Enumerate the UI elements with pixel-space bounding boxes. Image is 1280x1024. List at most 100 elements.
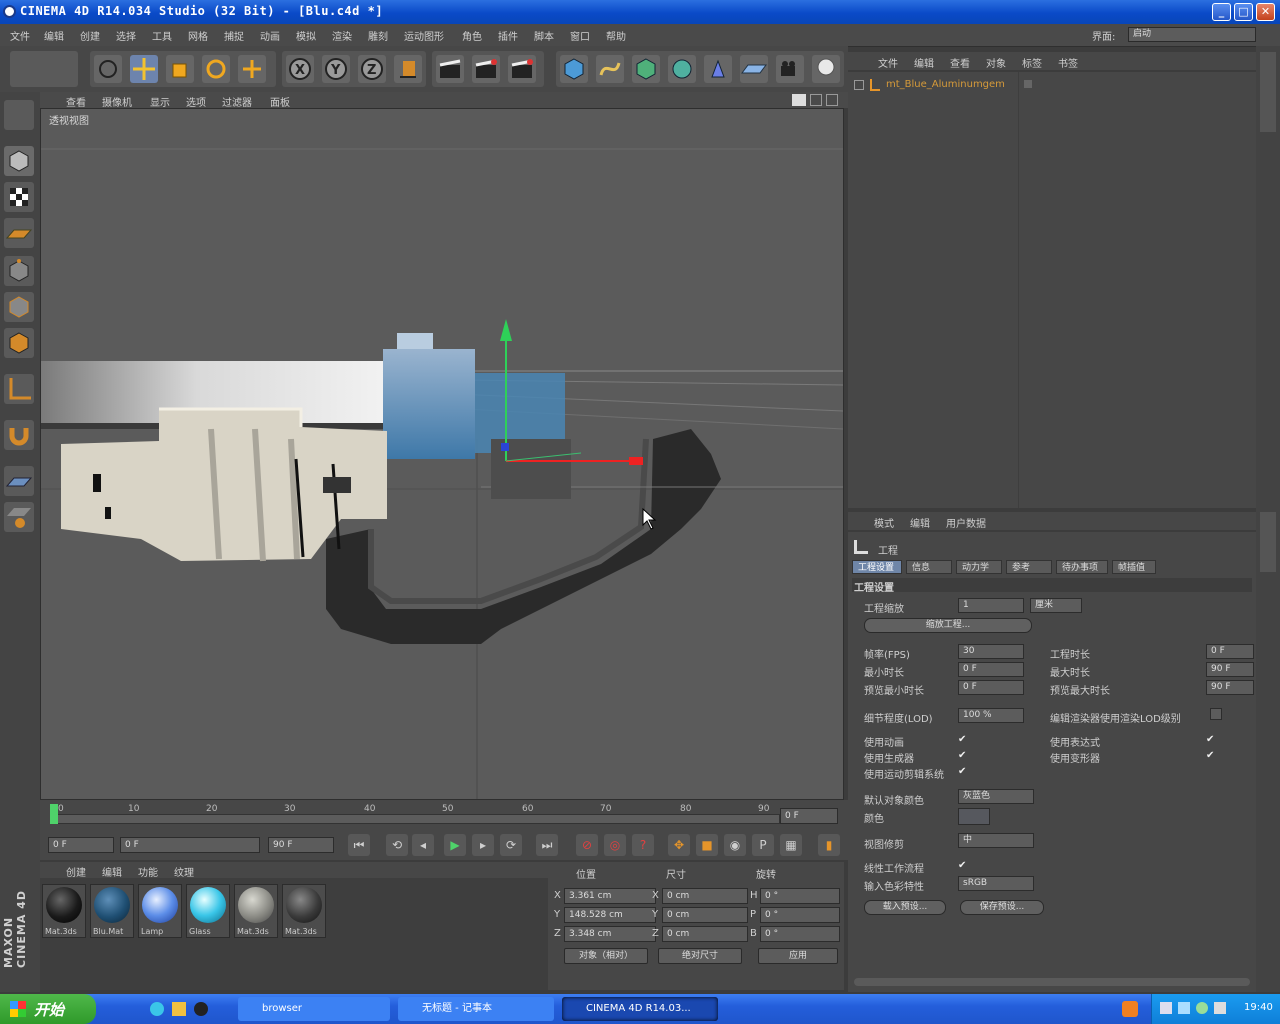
tray-volume-icon[interactable]	[1214, 1002, 1226, 1014]
position-x-field[interactable]: 3.361 cm	[564, 888, 656, 904]
rotate-tool-button[interactable]	[202, 55, 230, 83]
tab-reference[interactable]: 参考	[1006, 560, 1052, 574]
tab-info[interactable]: 信息	[906, 560, 952, 574]
task-browser[interactable]: browser	[238, 997, 390, 1021]
menu-select[interactable]: 选择	[116, 28, 136, 43]
expand-icon[interactable]	[854, 80, 864, 90]
quicklaunch-folder-icon[interactable]	[172, 1002, 186, 1016]
viewport-menu-options[interactable]: 选项	[186, 94, 206, 109]
render-view-button[interactable]	[436, 55, 464, 83]
maximize-button[interactable]: □	[1234, 3, 1253, 21]
rotation-p-field[interactable]: 0 °	[760, 907, 840, 923]
loop-button[interactable]: ⟲	[386, 834, 408, 856]
position-y-field[interactable]: 148.528 cm	[564, 907, 656, 923]
menu-file[interactable]: 文件	[10, 28, 30, 43]
timeline[interactable]: 0 10 20 30 40 50 60 70 80 90 0 F	[40, 800, 848, 830]
close-button[interactable]: ✕	[1256, 3, 1275, 21]
menu-animate[interactable]: 动画	[260, 28, 280, 43]
texture-mode-button[interactable]	[4, 182, 34, 212]
material-menu-texture[interactable]: 纹理	[174, 864, 194, 879]
axis-mode-button[interactable]	[4, 374, 34, 404]
polygons-mode-button[interactable]	[4, 328, 34, 358]
record-keyframe-button[interactable]: ⊘	[576, 834, 598, 856]
project-scale-field[interactable]: 1	[958, 598, 1024, 613]
tab-frame-interpolation[interactable]: 帧插值	[1112, 560, 1156, 574]
undo-redo-group[interactable]	[10, 51, 78, 87]
keyframe-selection-button[interactable]: ?	[632, 834, 654, 856]
menu-mesh[interactable]: 网格	[188, 28, 208, 43]
move-tool-button[interactable]	[130, 55, 158, 83]
key-scale-button[interactable]: ■	[696, 834, 718, 856]
menu-help[interactable]: 帮助	[606, 28, 626, 43]
model-mode-button[interactable]	[4, 100, 34, 130]
coordinate-system-button[interactable]	[394, 55, 422, 83]
use-motion-system-checkbox[interactable]: ✔	[958, 766, 969, 777]
y-axis-button[interactable]: Y	[322, 55, 350, 83]
goto-end-button[interactable]: ⏭	[536, 834, 558, 856]
autokey-button[interactable]: ◎	[604, 834, 626, 856]
visibility-dot-icon[interactable]	[1024, 80, 1032, 88]
edges-mode-button[interactable]	[4, 292, 34, 322]
material-menu-create[interactable]: 创建	[66, 864, 86, 879]
timeline-ruler[interactable]	[50, 814, 780, 824]
side-tab-objects[interactable]	[1260, 52, 1276, 132]
material-swatch[interactable]: Mat.3ds	[282, 884, 326, 938]
linear-workflow-checkbox[interactable]: ✔	[958, 860, 969, 871]
quicklaunch-ie-icon[interactable]	[150, 1002, 164, 1016]
material-swatch[interactable]: Lamp	[138, 884, 182, 938]
menu-tools[interactable]: 工具	[152, 28, 172, 43]
key-pla-button[interactable]: ▦	[780, 834, 802, 856]
menu-sculpt[interactable]: 雕刻	[368, 28, 388, 43]
floor-button[interactable]	[740, 55, 768, 83]
use-animation-checkbox[interactable]: ✔	[958, 734, 969, 745]
prev-frame-button[interactable]: ◂	[412, 834, 434, 856]
recent-tool-button[interactable]	[238, 55, 266, 83]
size-x-field[interactable]: 0 cm	[662, 888, 748, 904]
goto-start-button[interactable]: ⏮	[348, 834, 370, 856]
coords-mode-dropdown[interactable]: 对象（相对）	[564, 948, 648, 964]
perspective-viewport[interactable]: 透视视图	[40, 108, 844, 800]
spline-pen-button[interactable]	[596, 55, 624, 83]
start-frame-field[interactable]: 0 F	[48, 837, 114, 853]
rotation-h-field[interactable]: 0 °	[760, 888, 840, 904]
menu-mograph[interactable]: 运动图形	[404, 28, 444, 43]
load-preset-button[interactable]: 载入预设...	[864, 900, 946, 915]
next-frame-button[interactable]: ▸	[472, 834, 494, 856]
menu-plugins[interactable]: 插件	[498, 28, 518, 43]
objmgr-menu-objects[interactable]: 对象	[986, 55, 1006, 70]
objmgr-menu-edit[interactable]: 编辑	[914, 55, 934, 70]
attrmgr-menu-userdata[interactable]: 用户数据	[946, 515, 986, 530]
material-swatch[interactable]: Blu.Mat	[90, 884, 134, 938]
tray-sogou-icon[interactable]	[1122, 1001, 1138, 1017]
z-axis-handle[interactable]	[501, 443, 509, 451]
object-mode-button[interactable]	[4, 146, 34, 176]
use-generator-checkbox[interactable]: ✔	[958, 750, 969, 761]
use-deformer-checkbox[interactable]: ✔	[1206, 750, 1217, 761]
menu-edit[interactable]: 编辑	[44, 28, 64, 43]
tray-security-icon[interactable]	[1196, 1002, 1208, 1014]
light-button[interactable]	[812, 55, 840, 83]
size-y-field[interactable]: 0 cm	[662, 907, 748, 923]
deformer-button[interactable]	[704, 55, 732, 83]
objmgr-menu-file[interactable]: 文件	[878, 55, 898, 70]
timeline-playhead[interactable]	[50, 804, 58, 824]
workplane-grid-button[interactable]	[4, 466, 34, 496]
rotation-b-field[interactable]: 0 °	[760, 926, 840, 942]
viewport-menu-view[interactable]: 查看	[66, 94, 86, 109]
layout-select[interactable]: 启动	[1128, 27, 1256, 42]
cube-button[interactable]	[560, 55, 588, 83]
z-axis-button[interactable]: Z	[358, 55, 386, 83]
view-clipping-dropdown[interactable]: 中	[958, 833, 1034, 848]
input-color-profile-dropdown[interactable]: sRGB	[958, 876, 1034, 891]
material-menu-function[interactable]: 功能	[138, 864, 158, 879]
workplane-mode-button[interactable]	[4, 218, 34, 248]
quicklaunch-qq-icon[interactable]	[194, 1002, 208, 1016]
end-frame-field[interactable]: 90 F	[268, 837, 334, 853]
menu-create[interactable]: 创建	[80, 28, 100, 43]
live-select-button[interactable]	[94, 55, 122, 83]
menu-window[interactable]: 窗口	[570, 28, 590, 43]
render-picture-viewer-button[interactable]	[472, 55, 500, 83]
tray-network-icon[interactable]	[1178, 1002, 1190, 1014]
scheme-button[interactable]: ▮	[818, 834, 840, 856]
menu-character[interactable]: 角色	[462, 28, 482, 43]
